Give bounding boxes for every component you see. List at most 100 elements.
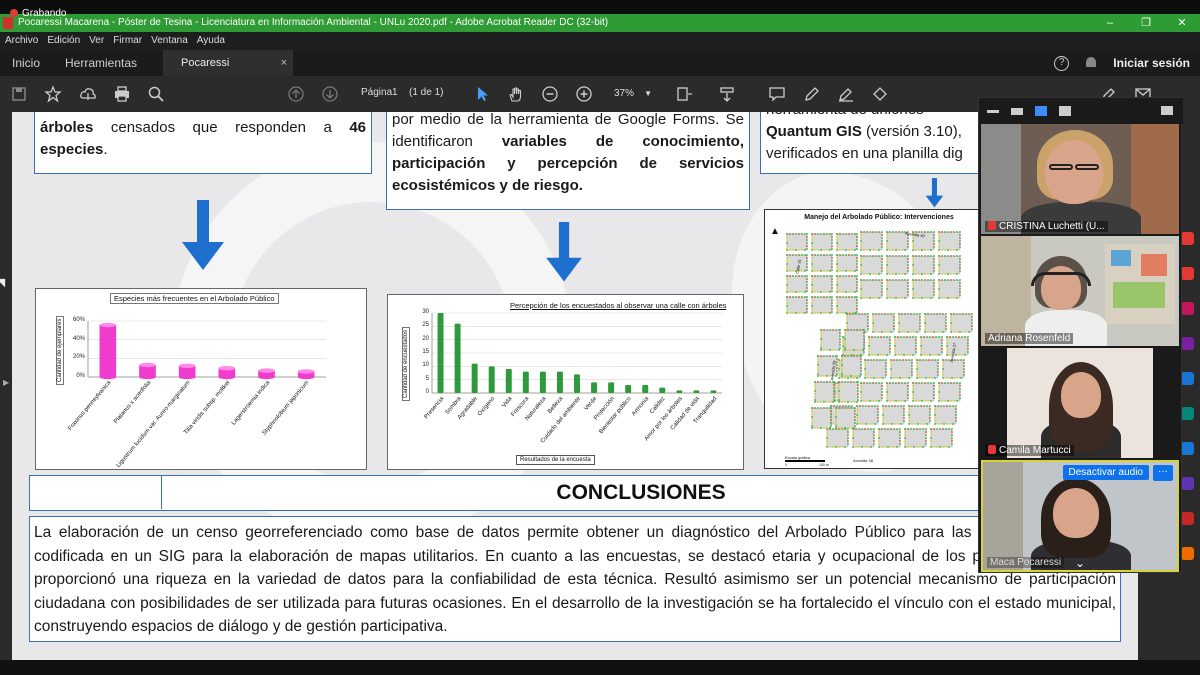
print-icon[interactable] [113,85,131,103]
bar [99,325,117,377]
conclusions-header-cell [30,476,162,509]
page-number-input[interactable]: 1 [392,87,398,98]
tree-point [911,405,913,407]
zoom-level-select[interactable]: 37% ▼ [606,84,658,104]
page-down-icon[interactable] [321,85,339,103]
bell-icon[interactable] [1085,56,1097,70]
more-tools-icon[interactable] [1181,547,1194,560]
tree-point [935,354,937,356]
restore-gallery-icon[interactable] [1161,106,1173,115]
tree-point [875,279,877,281]
select-cursor-icon[interactable] [473,85,491,103]
tree-point [850,375,852,377]
pen-icon[interactable] [803,85,821,103]
tree-point [912,258,914,260]
tree-point [917,405,919,407]
star-icon[interactable] [44,85,62,103]
protect-icon[interactable] [1181,477,1194,490]
tree-point [811,296,813,298]
more-options-button[interactable]: ··· [1153,465,1173,481]
tree-point [919,325,921,327]
tree-point [806,281,808,283]
speaker-view-icon[interactable] [1011,108,1023,115]
tree-point [786,305,788,307]
menu-ver[interactable]: Ver [89,32,104,50]
video-tile-cristina[interactable]: CRISTINA Luchetti (U... [981,124,1179,234]
menu-archivo[interactable]: Archivo [5,32,38,50]
login-button[interactable]: Iniciar sesión [1113,56,1190,70]
compress-icon[interactable] [1181,442,1194,455]
tree-point [792,296,794,298]
scroll-mode-icon[interactable] [718,85,736,103]
strip-view-icon[interactable] [1035,106,1047,116]
sign-icon[interactable] [837,85,855,103]
tree-point [895,249,897,251]
fill-sign-icon[interactable] [1181,512,1194,525]
maximize-button[interactable]: ❐ [1128,14,1164,32]
zoom-out-icon[interactable] [541,85,559,103]
zoom-in-icon[interactable] [575,85,593,103]
left-panel-toggle[interactable]: ▶ [0,112,12,660]
tree-point [932,354,934,356]
tree-point [806,278,808,280]
close-button[interactable]: ✕ [1164,14,1200,32]
tree-point [862,405,864,407]
tree-point [912,261,914,263]
tree-point [923,405,925,407]
menu-firmar[interactable]: Firmar [113,32,142,50]
tree-point [872,328,874,330]
tree-point [844,335,846,337]
chevron-down-icon[interactable]: ⌄ [1075,556,1085,570]
tree-point [870,428,872,430]
minimize-button[interactable]: – [1092,14,1128,32]
tree-point [814,296,816,298]
tree-point [907,391,909,393]
video-tile-camila[interactable]: Camila Martucci [981,348,1179,458]
tree-point [929,354,931,356]
tree-point [831,284,833,286]
tree-point [942,331,944,333]
tree-point [830,422,832,424]
hand-tool-icon[interactable] [507,85,525,103]
menu-edicion[interactable]: Edición [47,32,80,50]
video-tile-adriana[interactable]: Adriana Rosenfeld [981,236,1179,346]
tree-point [872,325,874,327]
bar-base [297,374,315,380]
tab-herramientas[interactable]: Herramientas [65,50,137,76]
grid-view-icon[interactable] [1059,106,1071,116]
combine-icon[interactable] [1181,372,1194,385]
comment-tool-icon[interactable] [1181,337,1194,350]
tree-point [841,427,843,429]
map-block [820,329,841,351]
tab-close-icon[interactable]: × [281,50,287,76]
help-icon[interactable]: ? [1054,55,1070,71]
tree-point [955,414,957,416]
search-icon[interactable] [147,85,165,103]
tree-point [930,331,932,333]
menu-ayuda[interactable]: Ayuda [197,32,225,50]
minimize-gallery-icon[interactable] [987,110,999,113]
mute-audio-button[interactable]: Desactivar audio [1062,465,1149,480]
tree-point [817,291,819,293]
video-gallery[interactable]: CRISTINA Luchetti (U... Adriana Rosenfel… [978,97,1183,573]
comment-icon[interactable] [768,85,786,103]
stamp-icon[interactable] [871,85,889,103]
video-tile-maca[interactable]: Desactivar audio ··· Maca Pocaressi ⌄ [981,460,1179,572]
page-up-icon[interactable] [287,85,305,103]
tree-point [886,288,888,290]
edit-pdf-icon[interactable] [1181,302,1194,315]
organize-icon[interactable] [1181,407,1194,420]
export-pdf-icon[interactable] [1181,232,1194,245]
tree-point [938,255,940,257]
create-pdf-icon[interactable] [1181,267,1194,280]
tab-document[interactable]: Pocaressi Macarena... × [163,50,293,95]
menu-ventana[interactable]: Ventana [151,32,188,50]
fit-page-icon[interactable] [675,85,693,103]
tab-inicio[interactable]: Inicio [12,50,40,76]
tree-point [945,313,947,315]
tree-point [930,428,932,430]
tree-point [885,423,887,425]
tree-point [831,299,833,301]
save-icon[interactable] [10,85,28,103]
cloud-upload-icon[interactable] [79,85,97,103]
